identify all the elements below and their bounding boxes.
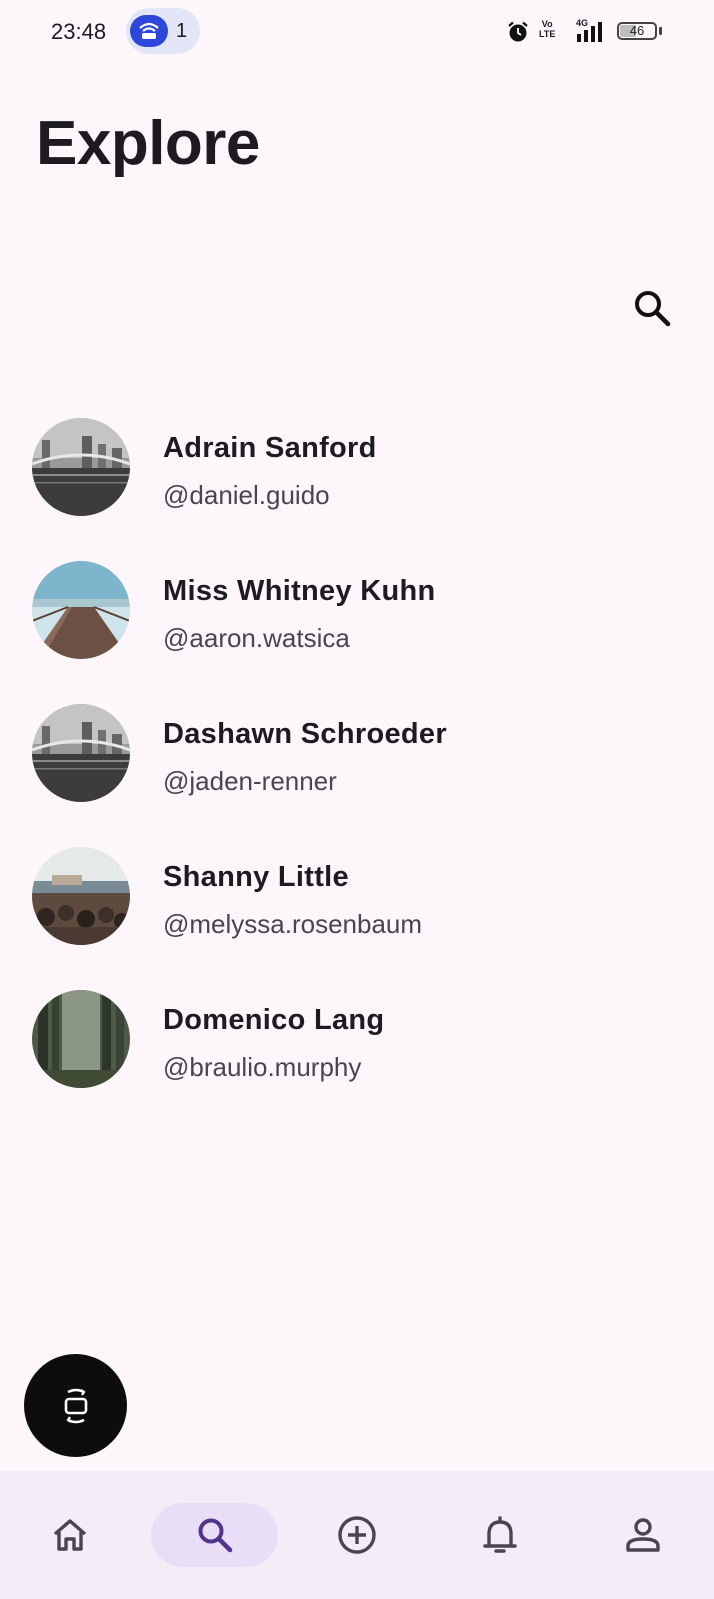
alarm-icon	[508, 21, 528, 42]
nav-notifications[interactable]	[476, 1503, 524, 1567]
avatar	[32, 561, 130, 659]
avatar	[32, 847, 130, 945]
battery-icon: 46	[617, 22, 657, 40]
search-icon	[635, 291, 671, 327]
list-item[interactable]: Miss Whitney Kuhn @aaron.watsica	[0, 561, 714, 704]
nav-search[interactable]	[151, 1503, 278, 1567]
nav-create[interactable]	[333, 1503, 381, 1567]
user-handle: @jaden-renner	[163, 766, 337, 796]
switch-view-icon	[64, 1388, 87, 1423]
person-icon	[626, 1518, 660, 1552]
signal-icon	[577, 22, 602, 42]
avatar	[32, 704, 130, 802]
user-handle: @melyssa.rosenbaum	[163, 909, 423, 939]
switch-view-button[interactable]	[24, 1354, 127, 1457]
page-title: Explore	[36, 109, 260, 178]
bell-icon	[483, 1516, 517, 1553]
home-icon	[53, 1519, 87, 1551]
user-name: Dashawn Schroeder	[163, 718, 447, 750]
list-item[interactable]: Dashawn Schroeder @jaden-renner	[0, 704, 714, 847]
hotspot-indicator: 1	[126, 8, 200, 54]
list-item[interactable]: Shanny Little @melyssa.rosenbaum	[0, 847, 714, 990]
user-name: Miss Whitney Kuhn	[163, 575, 436, 607]
list-item[interactable]: Domenico Lang @braulio.murphy	[0, 990, 714, 1133]
status-bar: 23:48 1 Vo LTE 4G 46	[0, 0, 714, 64]
battery-cap	[659, 27, 662, 35]
user-handle: @aaron.watsica	[163, 623, 350, 653]
search-button[interactable]	[628, 284, 676, 332]
bottom-navigation	[0, 1471, 714, 1599]
status-time: 23:48	[51, 19, 107, 44]
avatar	[32, 990, 130, 1088]
user-name: Domenico Lang	[163, 1004, 385, 1036]
user-name: Adrain Sanford	[163, 432, 377, 464]
nav-profile[interactable]	[619, 1503, 667, 1567]
avatar	[32, 418, 130, 516]
hotspot-count: 1	[176, 20, 188, 42]
user-handle: @braulio.murphy	[163, 1052, 362, 1082]
add-circle-icon	[338, 1516, 376, 1554]
search-icon	[198, 1518, 232, 1553]
hotspot-icon	[130, 15, 168, 47]
user-list: Adrain Sanford @daniel.guido Miss Whitne…	[0, 418, 714, 1133]
volte-icon: Vo LTE	[539, 19, 556, 39]
battery-percent: 46	[629, 23, 645, 38]
user-name: Shanny Little	[163, 861, 349, 893]
nav-home[interactable]	[46, 1503, 94, 1567]
user-handle: @daniel.guido	[163, 480, 330, 510]
list-item[interactable]: Adrain Sanford @daniel.guido	[0, 418, 714, 561]
